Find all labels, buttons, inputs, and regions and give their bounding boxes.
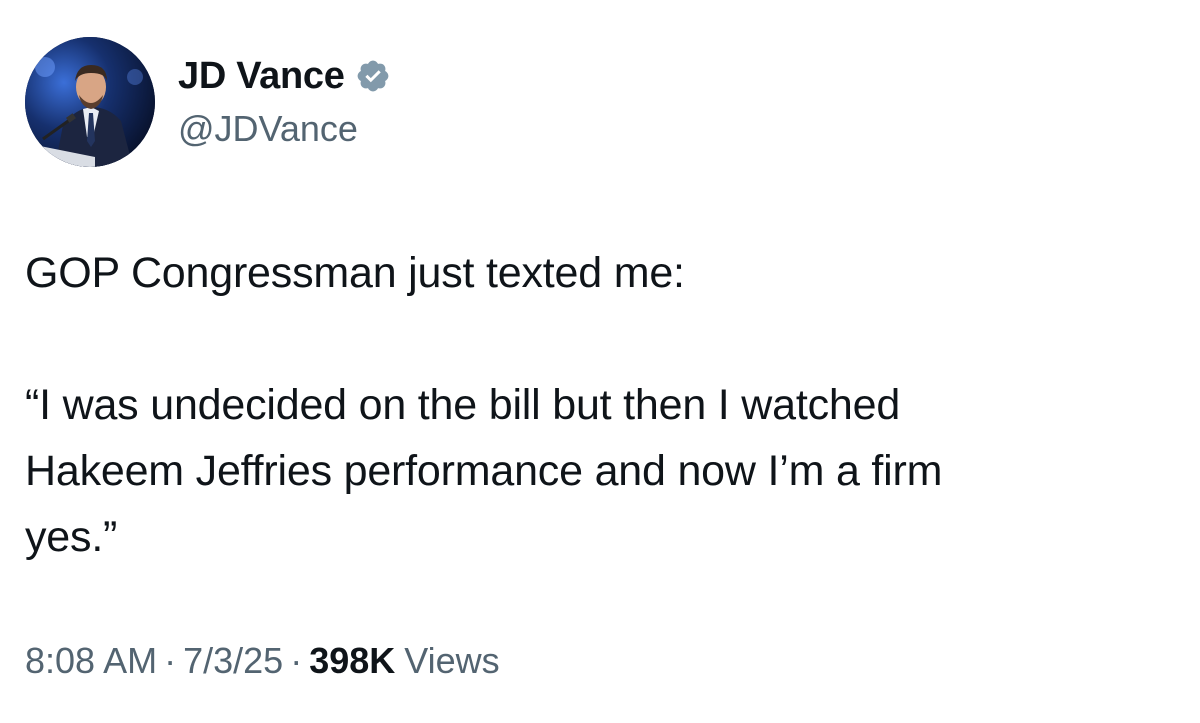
tweet-date[interactable]: 7/3/25 [183, 640, 283, 682]
author-handle[interactable]: @JDVance [178, 108, 358, 150]
views-count: 398K [309, 640, 396, 681]
author-display-name[interactable]: JD Vance [178, 55, 345, 98]
tweet-time[interactable]: 8:08 AM [25, 640, 157, 682]
views-label: Views [404, 640, 500, 681]
tweet-meta: 8:08 AM · 7/3/25 · 398K Views [25, 640, 500, 682]
avatar-photo [25, 37, 155, 167]
meta-separator: · [164, 640, 177, 681]
verified-badge-icon[interactable] [355, 58, 391, 94]
tweet-text-line: GOP Congressman just texted me: [25, 249, 685, 297]
meta-separator: · [290, 640, 303, 681]
tweet-text-line: yes.” [25, 513, 118, 561]
avatar[interactable] [25, 37, 155, 167]
tweet-text-line: Hakeem Jeffries performance and now I’m … [25, 447, 943, 495]
tweet-card: JD Vance @JDVance GOP Congressman just t… [0, 0, 1200, 723]
author-name-row: JD Vance [178, 52, 391, 100]
tweet-text: GOP Congressman just texted me: “I was u… [25, 240, 1175, 570]
tweet-text-line: “I was undecided on the bill but then I … [25, 381, 901, 429]
